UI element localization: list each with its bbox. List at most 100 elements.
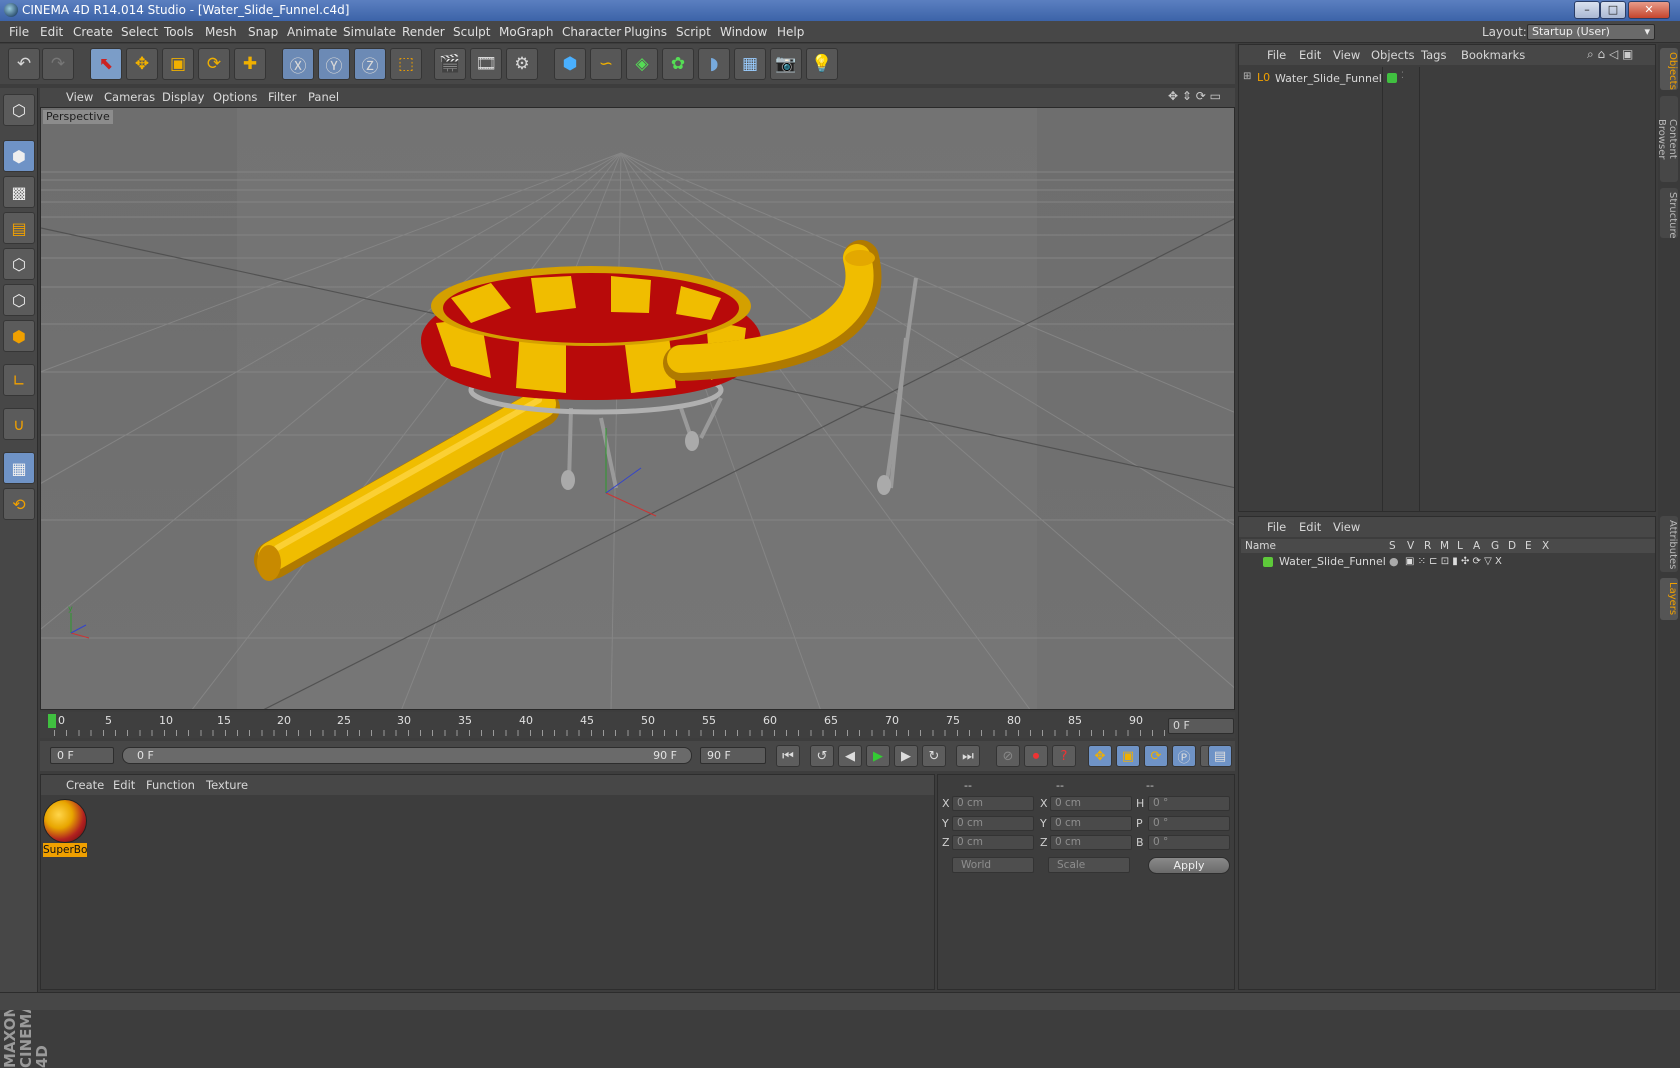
tab-objects[interactable]: Objects	[1660, 48, 1678, 90]
z-axis-lock-icon[interactable]: Ⓩ	[354, 48, 386, 80]
move-icon[interactable]: ✥	[126, 48, 158, 80]
subdivision-surface-icon[interactable]: ◈	[626, 48, 658, 80]
rotation-h-field[interactable]: 0 °	[1148, 796, 1230, 811]
key-position-icon[interactable]: ✥	[1088, 745, 1112, 767]
frame-range-slider[interactable]: 0 F 90 F	[122, 747, 692, 764]
tab-attributes[interactable]: Attributes	[1660, 516, 1678, 572]
rotation-b-field[interactable]: 0 °	[1148, 835, 1230, 850]
playhead-marker[interactable]	[48, 714, 56, 728]
coordinate-space-dropdown[interactable]: World	[952, 857, 1034, 873]
vp-menu-filter[interactable]: Filter	[268, 88, 296, 107]
search-icon[interactable]: ⌕ ⌂ ◁ ▣	[1587, 47, 1633, 62]
mat-menu-function[interactable]: Function	[146, 775, 195, 795]
key-parameter-icon[interactable]: Ⓟ	[1172, 745, 1196, 767]
viewport-nav-icons[interactable]: ✥ ⇕ ⟳ ▭	[1168, 89, 1221, 103]
layer-flags-icons[interactable]: ▣ ⁙ ⊏ ⊡ ▮ ✣ ⟳ ▽ X	[1405, 555, 1502, 569]
previous-frame-icon[interactable]: ◀	[838, 745, 862, 767]
light-icon[interactable]: 💡	[806, 48, 838, 80]
render-settings-icon[interactable]: ⚙	[506, 48, 538, 80]
edges-mode-icon[interactable]: ⬡	[3, 284, 35, 316]
axis-mode-icon[interactable]: ∟	[3, 364, 35, 396]
layer-menu-view[interactable]: View	[1333, 517, 1360, 537]
size-y-field[interactable]: 0 cm	[1050, 816, 1132, 831]
rotate-icon[interactable]: ⟳	[198, 48, 230, 80]
position-z-field[interactable]: 0 cm	[952, 835, 1034, 850]
obj-menu-bookmarks[interactable]: Bookmarks	[1461, 45, 1525, 65]
start-frame-field[interactable]: 0 F	[50, 747, 114, 764]
menu-simulate[interactable]: Simulate	[343, 21, 396, 43]
record-keys-icon[interactable]: ⊘	[996, 745, 1020, 767]
menu-window[interactable]: Window	[720, 21, 767, 43]
add-object-icon[interactable]: ✚	[234, 48, 266, 80]
layout-dropdown[interactable]: Startup (User)	[1527, 24, 1655, 40]
redo-icon[interactable]: ↷	[42, 48, 74, 80]
menu-sculpt[interactable]: Sculpt	[453, 21, 490, 43]
solo-toggle-icon[interactable]: ●	[1389, 555, 1399, 569]
go-to-end-icon[interactable]: ⏭	[956, 745, 980, 767]
menu-plugins[interactable]: Plugins	[624, 21, 667, 43]
obj-menu-objects[interactable]: Objects	[1371, 45, 1414, 65]
visibility-dots-icon[interactable]: ⁚	[1401, 71, 1404, 81]
workplane-mode-icon[interactable]: ▤	[3, 212, 35, 244]
model-mode-icon[interactable]: ⬢	[3, 140, 35, 172]
go-to-start-icon[interactable]: ⏮	[776, 745, 800, 767]
menu-select[interactable]: Select	[121, 21, 158, 43]
size-x-field[interactable]: 0 cm	[1050, 796, 1132, 811]
vp-menu-display[interactable]: Display	[162, 88, 204, 107]
menu-edit[interactable]: Edit	[40, 21, 63, 43]
workplane-lock-icon[interactable]: ▦	[3, 452, 35, 484]
menu-render[interactable]: Render	[402, 21, 445, 43]
keyframe-selection-icon[interactable]: ?	[1052, 745, 1076, 767]
next-frame-icon[interactable]: ▶	[894, 745, 918, 767]
menu-file[interactable]: File	[9, 21, 29, 43]
position-y-field[interactable]: 0 cm	[952, 816, 1034, 831]
rotation-p-field[interactable]: 0 °	[1148, 816, 1230, 831]
mat-menu-edit[interactable]: Edit	[113, 775, 135, 795]
cube-icon[interactable]: ⬢	[554, 48, 586, 80]
size-mode-dropdown[interactable]: Scale	[1048, 857, 1130, 873]
expand-icon[interactable]: ⊞	[1243, 71, 1251, 82]
position-x-field[interactable]: 0 cm	[952, 796, 1034, 811]
layer-menu-file[interactable]: File	[1267, 517, 1286, 537]
object-row[interactable]: ⊞ L0 Water_Slide_Funnel ⁚	[1239, 71, 1655, 87]
texture-mode-icon[interactable]: ▩	[3, 176, 35, 208]
make-editable-icon[interactable]: ⬡	[3, 94, 35, 126]
menu-animate[interactable]: Animate	[287, 21, 337, 43]
layer-menu-edit[interactable]: Edit	[1299, 517, 1321, 537]
y-axis-lock-icon[interactable]: Ⓨ	[318, 48, 350, 80]
menu-snap[interactable]: Snap	[248, 21, 278, 43]
end-frame-field[interactable]: 90 F	[700, 747, 766, 764]
camera-icon[interactable]: 📷	[770, 48, 802, 80]
vp-menu-options[interactable]: Options	[213, 88, 257, 107]
autokey-icon[interactable]: ⏺	[1024, 745, 1048, 767]
timeline-ruler[interactable]: 0 5 10 15 20 25 30 35 40 45 50 55 60 65 …	[40, 712, 1235, 738]
close-button[interactable]: ✕	[1628, 1, 1670, 19]
menu-character[interactable]: Character	[562, 21, 621, 43]
current-frame-field[interactable]: 0 F	[1168, 718, 1234, 734]
menu-help[interactable]: Help	[777, 21, 804, 43]
points-mode-icon[interactable]: ⬡	[3, 248, 35, 280]
vp-menu-view[interactable]: View	[66, 88, 93, 107]
tab-content-browser[interactable]: Content Browser	[1656, 96, 1678, 182]
menu-tools[interactable]: Tools	[164, 21, 194, 43]
floor-icon[interactable]: ▦	[734, 48, 766, 80]
size-z-field[interactable]: 0 cm	[1050, 835, 1132, 850]
scale-icon[interactable]: ▣	[162, 48, 194, 80]
obj-menu-file[interactable]: File	[1267, 45, 1286, 65]
planar-workplane-icon[interactable]: ⟲	[3, 488, 35, 520]
obj-menu-edit[interactable]: Edit	[1299, 45, 1321, 65]
layer-color-tag[interactable]	[1387, 73, 1397, 83]
undo-icon[interactable]: ↶	[8, 48, 40, 80]
menu-mograph[interactable]: MoGraph	[499, 21, 554, 43]
x-axis-lock-icon[interactable]: Ⓧ	[282, 48, 314, 80]
vp-menu-cameras[interactable]: Cameras	[104, 88, 155, 107]
material-swatch[interactable]: SuperBo	[43, 799, 87, 857]
tab-layers[interactable]: Layers	[1660, 578, 1678, 620]
tab-structure[interactable]: Structure	[1660, 188, 1678, 239]
array-icon[interactable]: ✿	[662, 48, 694, 80]
key-scale-icon[interactable]: ▣	[1116, 745, 1140, 767]
previous-key-icon[interactable]: ↺	[810, 745, 834, 767]
live-selection-icon[interactable]: ⬉	[90, 48, 122, 80]
obj-menu-tags[interactable]: Tags	[1421, 45, 1446, 65]
minimize-button[interactable]: –	[1574, 1, 1600, 19]
